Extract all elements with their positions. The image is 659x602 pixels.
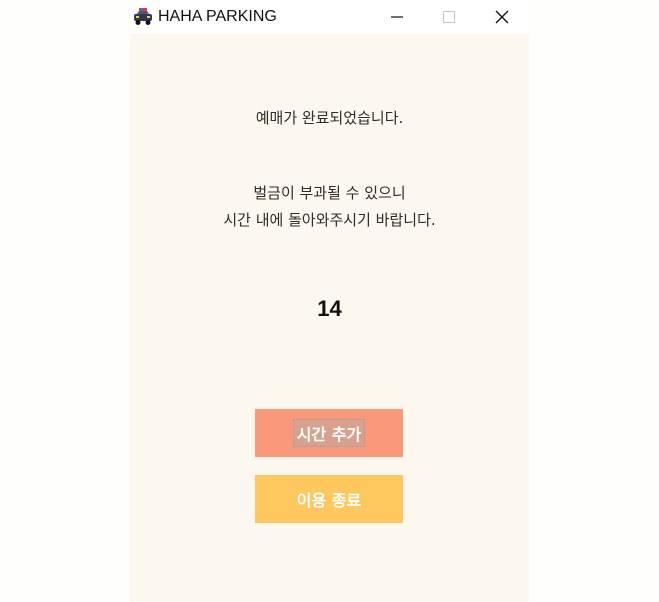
penalty-notice: 벌금이 부과될 수 있으니 시간 내에 돌아와주시기 바랍니다. (130, 180, 529, 234)
maximize-button[interactable] (426, 0, 472, 34)
minimize-button[interactable] (374, 0, 420, 34)
maximize-icon (443, 11, 455, 23)
end-use-label: 이용 종료 (296, 491, 362, 510)
close-button[interactable] (479, 0, 525, 34)
car-icon (134, 8, 152, 25)
time-counter: 14 (317, 296, 342, 321)
close-icon (495, 10, 509, 24)
minimize-icon (391, 16, 403, 18)
penalty-notice-line2: 시간 내에 돌아와주시기 바랍니다. (223, 211, 436, 229)
window-title: HAHA PARKING (158, 8, 277, 25)
add-time-button[interactable]: 시간 추가 (255, 409, 403, 457)
app-window: HAHA PARKING 예매가 완료되었습니다. 벌금이 부과될 수 있으니 … (130, 0, 529, 602)
title-bar[interactable]: HAHA PARKING (130, 0, 529, 34)
reservation-complete-message: 예매가 완료되었습니다. (255, 109, 404, 127)
penalty-notice-line1: 벌금이 부과될 수 있으니 (253, 184, 406, 202)
end-use-button[interactable]: 이용 종료 (255, 475, 403, 523)
add-time-label: 시간 추가 (292, 419, 366, 447)
